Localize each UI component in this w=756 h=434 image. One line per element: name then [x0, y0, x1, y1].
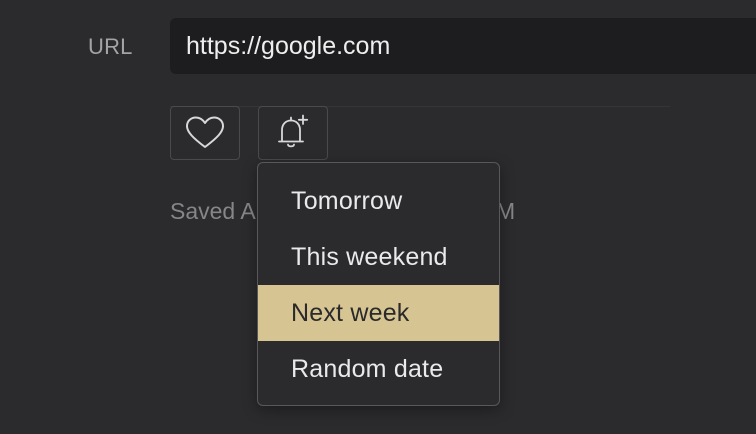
divider	[170, 106, 670, 107]
saved-status-text: Saved A	[170, 198, 256, 224]
menu-item-random-date[interactable]: Random date	[258, 341, 499, 397]
url-label: URL	[88, 34, 133, 59]
menu-item-next-week[interactable]: Next week	[258, 285, 499, 341]
menu-item-tomorrow[interactable]: Tomorrow	[258, 173, 499, 229]
bell-plus-icon	[275, 114, 311, 152]
reminder-dropdown-menu: Tomorrow This weekend Next week Random d…	[257, 162, 500, 406]
url-input[interactable]: https://google.com	[170, 18, 756, 74]
add-reminder-button[interactable]	[258, 106, 328, 160]
favorite-button[interactable]	[170, 106, 240, 160]
menu-item-this-weekend[interactable]: This weekend	[258, 229, 499, 285]
heart-icon	[185, 116, 225, 150]
